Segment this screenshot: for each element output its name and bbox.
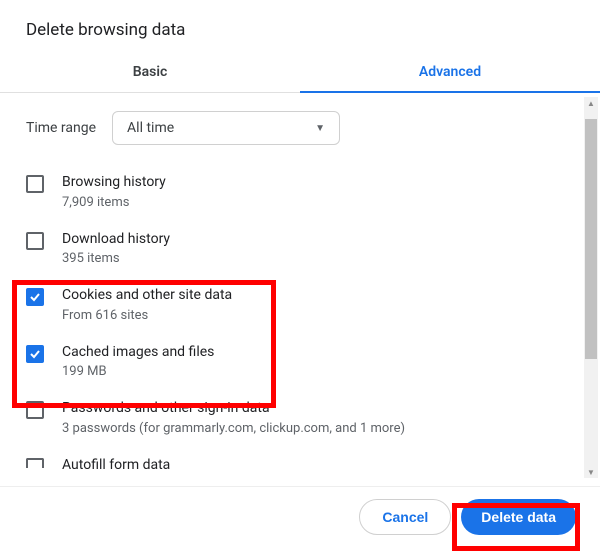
checkbox-browsing-history[interactable] — [26, 175, 44, 193]
check-icon — [29, 348, 41, 360]
tab-advanced[interactable]: Advanced — [300, 56, 600, 92]
time-range-select[interactable]: All time ▼ — [112, 111, 340, 145]
item-sub: From 616 sites — [62, 308, 574, 323]
item-title: Browsing history — [62, 173, 574, 193]
item-sub: 199 MB — [62, 364, 574, 379]
checkbox-cache[interactable] — [26, 345, 44, 363]
checkbox-cookies[interactable] — [26, 288, 44, 306]
checkbox-autofill[interactable] — [26, 458, 44, 468]
item-sub: 3 passwords (for grammarly.com, clickup.… — [62, 421, 574, 436]
chevron-down-icon: ▼ — [315, 123, 325, 134]
time-range-label: Time range — [26, 120, 96, 136]
list-item: Cookies and other site data From 616 sit… — [26, 276, 574, 333]
list-item: Cached images and files 199 MB — [26, 333, 574, 390]
dialog-title: Delete browsing data — [0, 0, 600, 56]
item-text: Cached images and files 199 MB — [62, 343, 574, 380]
check-icon — [29, 291, 41, 303]
item-title: Cookies and other site data — [62, 286, 574, 306]
scroll-area: Time range All time ▼ Browsing history 7… — [0, 93, 600, 486]
cancel-button[interactable]: Cancel — [359, 499, 451, 535]
scrollbar-thumb[interactable] — [585, 119, 597, 359]
delete-data-button[interactable]: Delete data — [461, 499, 576, 535]
item-text: Autofill form data — [62, 456, 574, 476]
item-sub: 395 items — [62, 251, 574, 266]
checkbox-passwords[interactable] — [26, 401, 44, 419]
scroll-up-icon[interactable]: ▲ — [584, 97, 598, 109]
item-text: Cookies and other site data From 616 sit… — [62, 286, 574, 323]
list-item: Download history 395 items — [26, 220, 574, 277]
scroll-down-icon[interactable]: ▼ — [584, 466, 598, 478]
item-text: Browsing history 7,909 items — [62, 173, 574, 210]
items-list: Browsing history 7,909 items Download hi… — [0, 163, 600, 476]
item-title: Passwords and other sign-in data — [62, 399, 574, 419]
dialog-footer: Cancel Delete data — [0, 486, 600, 553]
item-sub: 7,909 items — [62, 195, 574, 210]
time-range-row: Time range All time ▼ — [0, 111, 600, 163]
item-text: Download history 395 items — [62, 230, 574, 267]
item-title: Autofill form data — [62, 456, 574, 476]
delete-browsing-data-dialog: Delete browsing data Basic Advanced Time… — [0, 0, 600, 553]
time-range-value: All time — [127, 120, 174, 136]
checkbox-download-history[interactable] — [26, 232, 44, 250]
list-item: Browsing history 7,909 items — [26, 163, 574, 220]
list-item: Passwords and other sign-in data 3 passw… — [26, 389, 574, 446]
item-title: Cached images and files — [62, 343, 574, 363]
item-text: Passwords and other sign-in data 3 passw… — [62, 399, 574, 436]
list-item: Autofill form data — [26, 446, 574, 476]
tab-basic[interactable]: Basic — [0, 56, 300, 92]
item-title: Download history — [62, 230, 574, 250]
tabs: Basic Advanced — [0, 56, 600, 93]
